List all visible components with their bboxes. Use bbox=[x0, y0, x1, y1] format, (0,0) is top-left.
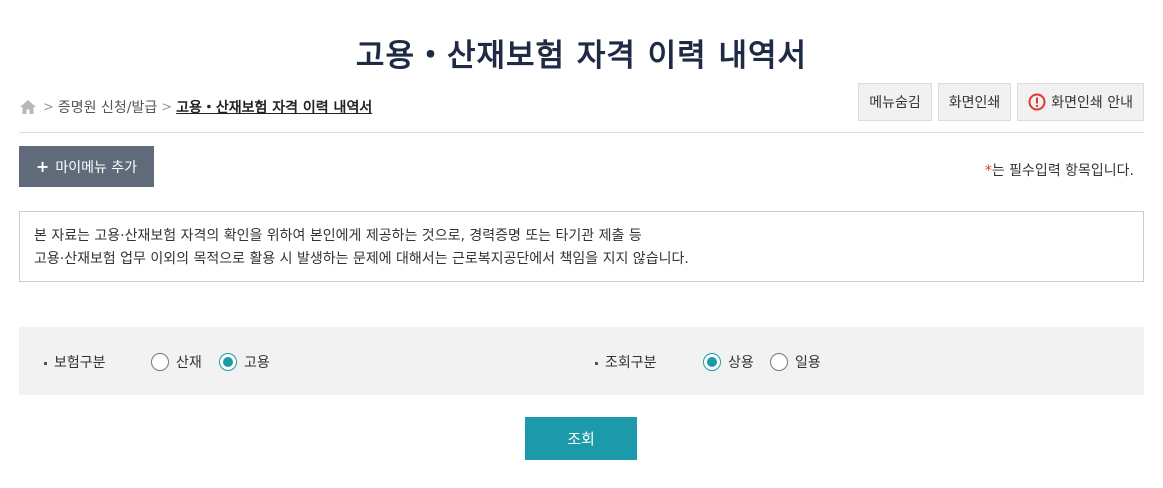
query-type-label-text: 조회구분 bbox=[605, 355, 657, 371]
insurance-type-label: 보험구분 bbox=[44, 352, 106, 372]
radio-insurance-industrial[interactable]: 산재 bbox=[151, 352, 202, 372]
radio-label: 상용 bbox=[728, 355, 754, 371]
radio-unchecked-icon[interactable] bbox=[151, 353, 169, 371]
warning-circle-icon bbox=[1028, 93, 1046, 111]
radio-unchecked-icon[interactable] bbox=[770, 353, 788, 371]
plus-icon: + bbox=[35, 157, 50, 176]
radio-checked-icon[interactable] bbox=[703, 353, 721, 371]
radio-insurance-employment[interactable]: 고용 bbox=[219, 352, 270, 372]
notice-line-2: 고용·산재보험 업무 이외의 목적으로 활용 시 발생하는 문제에 대해서는 근… bbox=[34, 251, 689, 267]
print-guide-label: 화면인쇄 안내 bbox=[1051, 95, 1133, 111]
bullet-icon bbox=[595, 361, 598, 365]
print-screen-button[interactable]: 화면인쇄 bbox=[937, 83, 1012, 121]
search-panel: 보험구분 산재 고용 조회구분 상용 일용 bbox=[19, 327, 1144, 395]
radio-label: 산재 bbox=[176, 355, 202, 371]
breadcrumb-item-current[interactable]: 고용・산재보험 자격 이력 내역서 bbox=[176, 97, 372, 117]
breadcrumb: > 증명원 신청/발급 > 고용・산재보험 자격 이력 내역서 bbox=[19, 97, 372, 117]
add-my-menu-label: 마이메뉴 추가 bbox=[55, 159, 138, 176]
add-my-menu-button[interactable]: + 마이메뉴 추가 bbox=[19, 146, 154, 187]
radio-query-regular[interactable]: 상용 bbox=[703, 352, 754, 372]
bullet-icon bbox=[44, 361, 47, 365]
breadcrumb-item-certificate[interactable]: 증명원 신청/발급 bbox=[58, 97, 157, 117]
required-note-text: 는 필수입력 항목입니다. bbox=[991, 163, 1134, 179]
page-title: 고용・산재보험 자격 이력 내역서 bbox=[355, 38, 808, 74]
notice-box: 본 자료는 고용·산재보험 자격의 확인을 위하여 본인에게 제공하는 것으로,… bbox=[19, 211, 1144, 282]
breadcrumb-separator: > bbox=[43, 99, 54, 115]
header-divider bbox=[19, 132, 1144, 133]
query-type-label: 조회구분 bbox=[595, 352, 657, 372]
required-star: * bbox=[984, 163, 992, 179]
breadcrumb-separator: > bbox=[161, 99, 173, 115]
toolbar: 메뉴숨김 화면인쇄 화면인쇄 안내 bbox=[858, 83, 1144, 121]
home-icon[interactable] bbox=[19, 99, 37, 115]
radio-label: 고용 bbox=[244, 355, 270, 371]
radio-checked-icon[interactable] bbox=[219, 353, 237, 371]
search-button[interactable]: 조회 bbox=[525, 417, 637, 460]
hide-menu-button[interactable]: 메뉴숨김 bbox=[858, 83, 932, 121]
radio-label: 일용 bbox=[795, 355, 821, 371]
required-note: *는 필수입력 항목입니다. bbox=[985, 160, 1134, 180]
insurance-type-label-text: 보험구분 bbox=[54, 355, 106, 371]
print-guide-button[interactable]: 화면인쇄 안내 bbox=[1017, 83, 1144, 121]
radio-query-daily[interactable]: 일용 bbox=[770, 352, 821, 372]
notice-line-1: 본 자료는 고용·산재보험 자격의 확인을 위하여 본인에게 제공하는 것으로,… bbox=[34, 228, 642, 244]
